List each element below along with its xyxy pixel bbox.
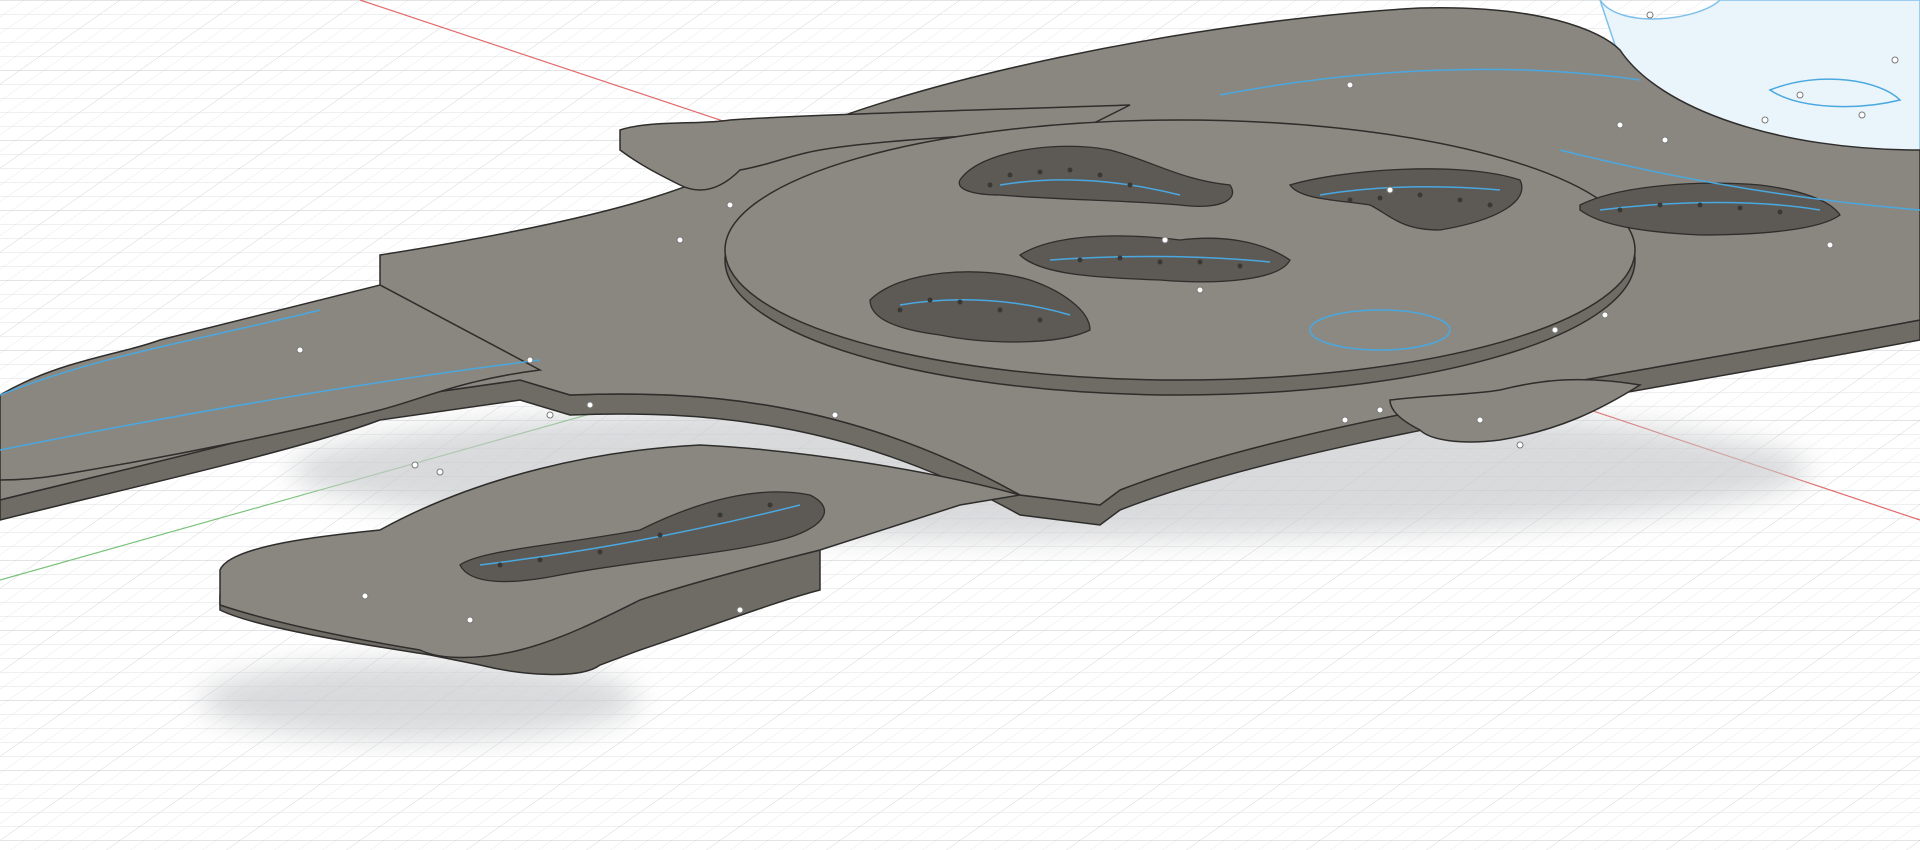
viewport-canvas[interactable] xyxy=(0,0,1920,850)
3d-viewport[interactable] xyxy=(0,0,1920,850)
